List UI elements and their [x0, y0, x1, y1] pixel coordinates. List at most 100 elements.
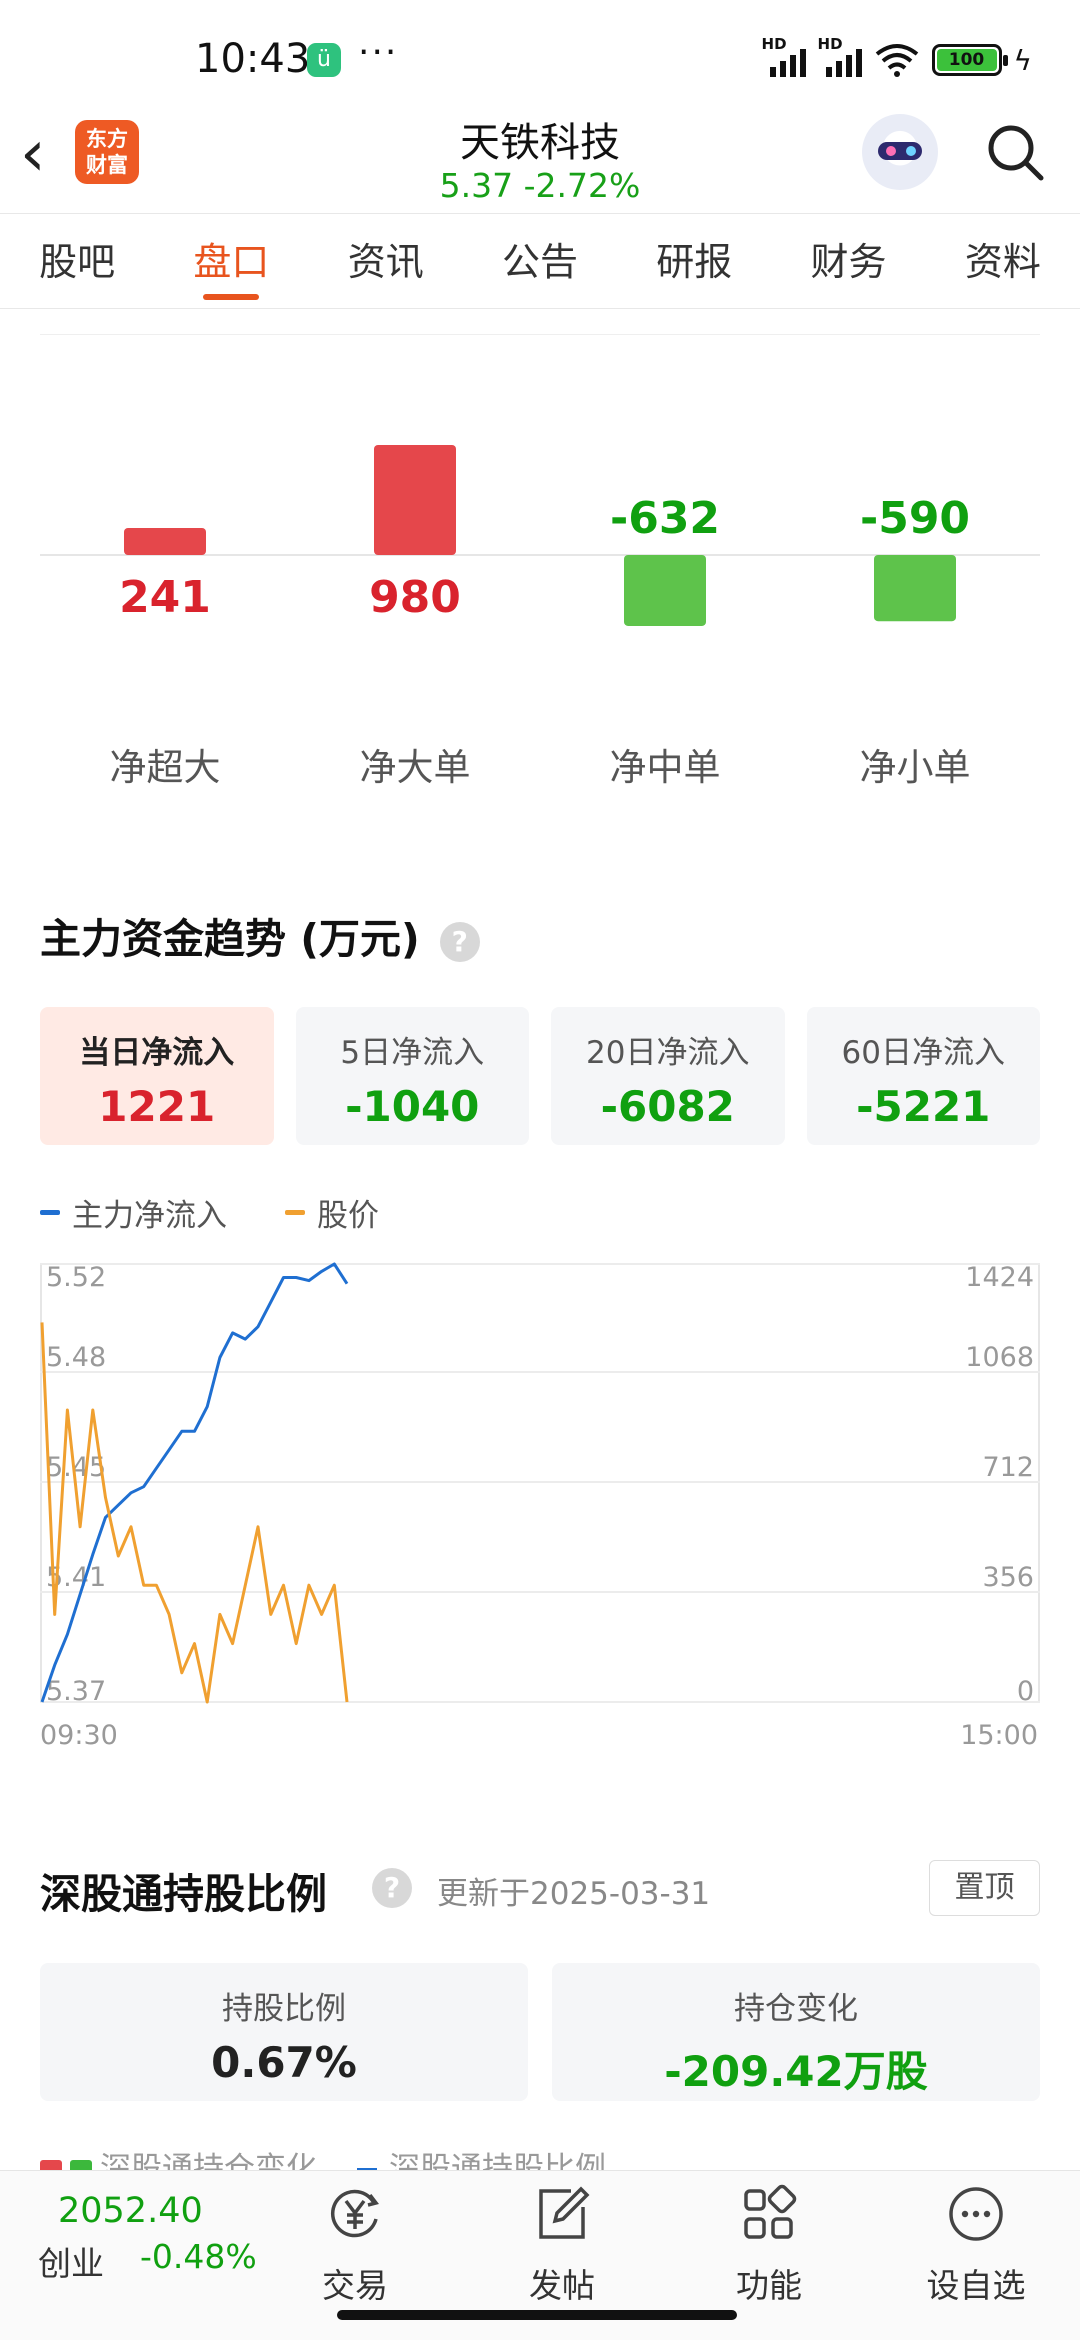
signal-icon: HD — [818, 35, 862, 77]
hold-ratio-label: 持股比例 — [222, 1991, 346, 2027]
inflow-card-value: -6082 — [600, 1082, 735, 1131]
nav-trade[interactable]: 交易 — [285, 2183, 425, 2307]
hold-legend: 深股通持仓变化 深股通持股比例 — [40, 2143, 606, 2173]
stock-tabs: 股吧 盘口 资讯 公告 研报 财务 资料 — [0, 213, 1080, 309]
fund-flow-bar-svg: 241 净超大 980 净大单 -632 净中单 -590 净小单 — [40, 445, 1040, 789]
net-inflow-cards: 当日净流入 1221 5日净流入 -1040 20日净流入 -6082 60日净流入 -522… — [40, 1007, 1040, 1145]
hold-ratio-card: 持股比例 0.67% — [40, 1963, 528, 2101]
hold-update-date: 更新于2025-03-31 — [437, 1876, 711, 1912]
inflow-card-value: 1221 — [98, 1082, 216, 1131]
legend-swatch — [285, 1210, 305, 1215]
legend-label: 主力净流入 — [72, 1198, 227, 1234]
flow-bar-value: -590 — [860, 493, 970, 544]
mi-app-icon: ü — [307, 43, 341, 77]
nav-post[interactable]: 发帖 — [492, 2183, 632, 2307]
status-bar: 10:43 ü ··· HD HD 100 ϟ — [0, 0, 1080, 120]
flow-bar — [874, 555, 956, 622]
hold-ratio-title: 深股通持股比例 — [40, 1870, 327, 1918]
tab-2[interactable]: 资讯 — [309, 214, 463, 308]
edit-icon — [539, 2186, 590, 2239]
inflow-card-label: 20日净流入 — [586, 1035, 750, 1071]
right-axis-tick: 356 — [982, 1562, 1034, 1593]
question-icon[interactable]: ? — [372, 1868, 412, 1908]
home-indicator[interactable] — [337, 2310, 737, 2320]
flow-bar-value: 980 — [369, 572, 461, 623]
charging-icon: ϟ — [1013, 43, 1032, 77]
inflow-card-label: 5日净流入 — [340, 1035, 485, 1071]
hold-change-label: 持仓变化 — [734, 1991, 858, 2027]
legend-swatch — [40, 1210, 60, 1215]
index-value[interactable]: 2052.40 — [58, 2191, 203, 2231]
battery-icon: 100 — [931, 44, 1008, 76]
flow-bar — [124, 527, 206, 555]
yen-icon — [330, 2189, 379, 2238]
legend-item-0[interactable]: 主力净流入 — [40, 1190, 227, 1235]
inflow-card-1[interactable]: 5日净流入 -1040 — [295, 1007, 529, 1145]
hold-cards: 持股比例 0.67% 持仓变化 -209.42万股 — [40, 1963, 1040, 2101]
inflow-card-label: 60日净流入 — [841, 1035, 1005, 1071]
inflow-card-label: 当日净流入 — [79, 1035, 235, 1071]
tab-3[interactable]: 公告 — [463, 214, 617, 308]
trend-legend: 主力净流入 股价 — [40, 1190, 379, 1235]
status-time: 10:43 — [195, 36, 311, 82]
flow-bar — [374, 445, 456, 555]
hold-change-value: -209.42万股 — [664, 2047, 928, 2096]
tab-1[interactable]: 盘口 — [154, 214, 308, 308]
stock-price-line — [40, 1322, 349, 1704]
fund-trend-line-chart[interactable]: 5.52 1424 5.48 1068 5.45 712 5.41 356 5.37 0 09:30… — [40, 1262, 1040, 1752]
legend-label: 股价 — [317, 1198, 379, 1234]
tab-6[interactable]: 资料 — [926, 214, 1080, 308]
nav-label: 设自选 — [926, 2266, 1026, 2305]
legend-hold-ratio: 深股通持股比例 — [357, 2143, 606, 2173]
legend-item-1[interactable]: 股价 — [285, 1190, 379, 1235]
tab-0[interactable]: 股吧 — [0, 214, 154, 308]
x-axis-tick: 15:00 — [960, 1720, 1038, 1751]
flow-bar-category: 净中单 — [610, 746, 721, 789]
fund-flow-bar-chart: 241 净超大 980 净大单 -632 净中单 -590 净小单 — [40, 334, 1040, 814]
signal-icon: HD — [762, 35, 806, 77]
assistant-avatar[interactable] — [862, 114, 938, 190]
flow-bar-category: 净小单 — [860, 746, 971, 789]
nav-label: 交易 — [322, 2266, 388, 2305]
nav-label: 功能 — [736, 2266, 802, 2305]
flow-bar-value: -632 — [610, 493, 720, 544]
inflow-card-value: -5221 — [856, 1082, 991, 1131]
fund-trend-title: 主力资金趋势 (万元)? — [40, 905, 480, 965]
inflow-card-0[interactable]: 当日净流入 1221 — [40, 1007, 274, 1145]
question-icon[interactable]: ? — [439, 922, 480, 962]
tab-5[interactable]: 财务 — [771, 214, 925, 308]
index-name[interactable]: 创业 — [38, 2237, 104, 2285]
more-icon — [949, 2187, 1003, 2241]
flow-bar-category: 净大单 — [360, 746, 471, 789]
inflow-card-2[interactable]: 20日净流入 -6082 — [551, 1007, 785, 1145]
nav-functions[interactable]: 功能 — [699, 2183, 839, 2307]
flow-bar-category: 净超大 — [110, 746, 221, 789]
x-axis-tick: 09:30 — [40, 1720, 118, 1751]
nav-label: 发帖 — [529, 2266, 595, 2305]
left-axis-tick: 5.52 — [46, 1262, 106, 1293]
hold-change-card: 持仓变化 -209.42万股 — [552, 1963, 1040, 2101]
flow-bar — [624, 555, 706, 626]
pin-top-button[interactable]: 置顶 — [929, 1860, 1040, 1916]
flow-bar-value: 241 — [119, 572, 211, 623]
tab-4[interactable]: 研报 — [617, 214, 771, 308]
nav-add-watchlist[interactable]: 设自选 — [906, 2183, 1046, 2307]
fund-trend-title-text: 主力资金趋势 (万元) — [40, 915, 420, 963]
index-change[interactable]: -0.48% — [140, 2237, 257, 2276]
left-axis-tick: 5.48 — [46, 1342, 106, 1373]
right-axis-tick: 1068 — [965, 1342, 1034, 1373]
right-axis-tick: 712 — [982, 1452, 1034, 1483]
status-more-dots: ··· — [358, 32, 399, 73]
grid-icon — [744, 2184, 797, 2239]
left-axis-tick: 5.37 — [46, 1676, 106, 1707]
inflow-card-value: -1040 — [345, 1082, 480, 1131]
status-icons: HD HD 100 ϟ — [762, 35, 1032, 80]
search-icon[interactable] — [985, 122, 1045, 182]
right-axis-tick: 0 — [1017, 1676, 1034, 1707]
legend-hold-change: 深股通持仓变化 — [40, 2143, 317, 2173]
fund-trend-line-svg: 5.52 14245.48 10685.45 7125.41 3565.37 009:30… — [40, 1262, 1040, 1751]
inflow-card-3[interactable]: 60日净流入 -5221 — [806, 1007, 1040, 1145]
wifi-icon — [875, 44, 918, 77]
right-axis-tick: 1424 — [965, 1262, 1034, 1293]
hold-ratio-value: 0.67% — [211, 2038, 357, 2087]
